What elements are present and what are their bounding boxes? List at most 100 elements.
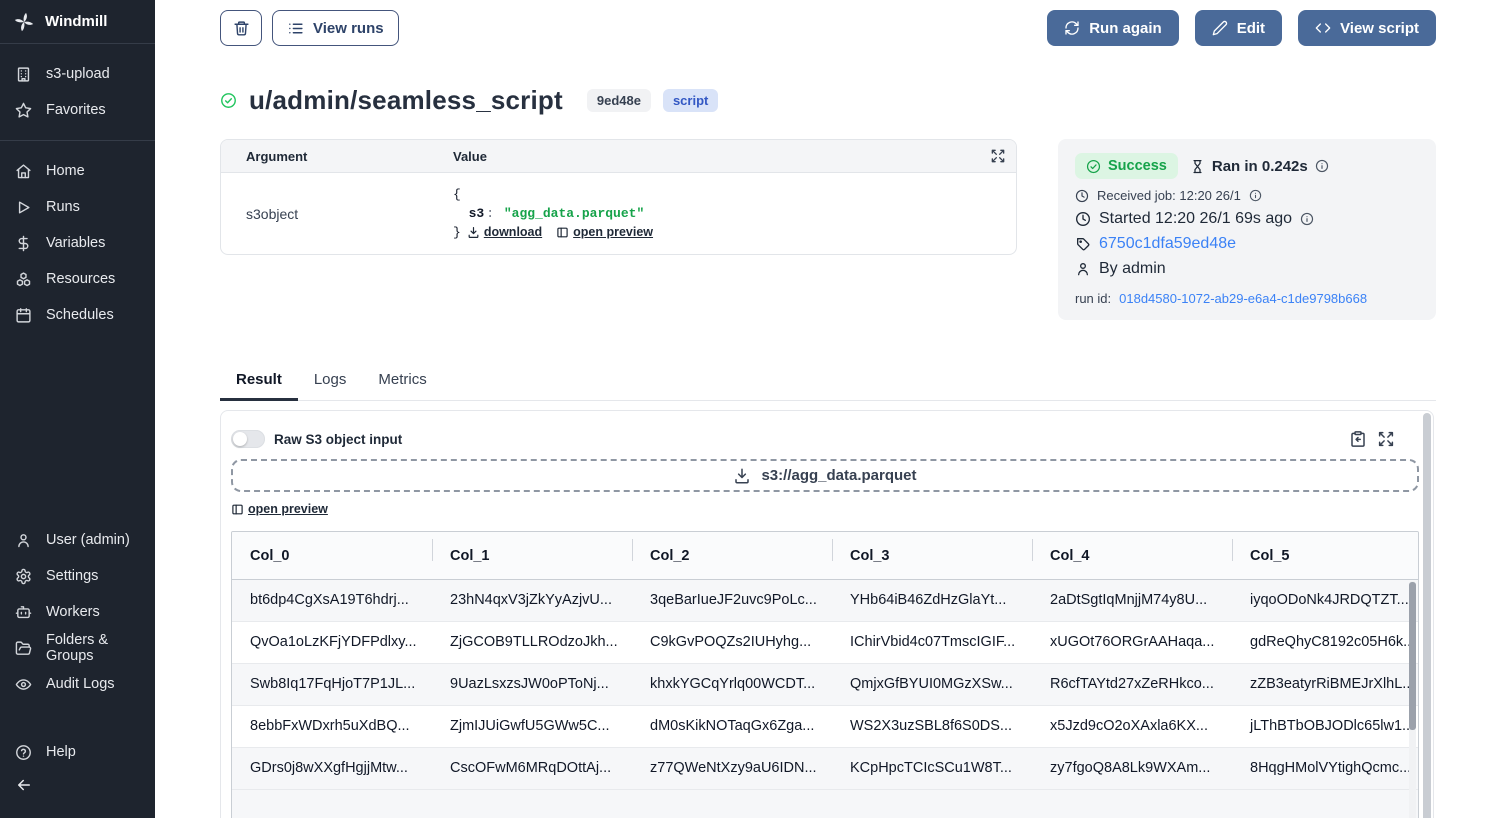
robot-icon: [15, 604, 32, 621]
sidebar-item-workers[interactable]: Workers: [0, 594, 155, 630]
tab-metrics[interactable]: Metrics: [362, 371, 442, 400]
sidebar-item-home[interactable]: Home: [0, 153, 155, 189]
script-type-badge: script: [663, 89, 718, 112]
json-string-value: "agg_data.parquet": [504, 206, 644, 221]
sidebar-item-label: Runs: [46, 199, 80, 215]
sidebar-item-schedules[interactable]: Schedules: [0, 297, 155, 333]
json-colon: :: [484, 206, 496, 221]
view-runs-button[interactable]: View runs: [272, 10, 399, 46]
sidebar-item-settings[interactable]: Settings: [0, 558, 155, 594]
table-scrollbar-thumb[interactable]: [1409, 582, 1416, 730]
view-script-button[interactable]: View script: [1298, 10, 1436, 46]
raw-s3-toggle[interactable]: Raw S3 object input: [231, 430, 402, 448]
sidebar-item-help[interactable]: Help: [0, 734, 155, 770]
argument-value-json: { s3: "agg_data.parquet" }downloadopen p…: [453, 185, 653, 242]
open-preview-link[interactable]: open preview: [556, 223, 653, 242]
sidebar-item-label: Audit Logs: [46, 676, 115, 692]
sidebar-item-resources[interactable]: Resources: [0, 261, 155, 297]
sidebar-item-favorites[interactable]: Favorites: [0, 92, 155, 128]
argument-row: s3object { s3: "agg_data.parquet" }downl…: [221, 173, 1016, 254]
sidebar-item-runs[interactable]: Runs: [0, 189, 155, 225]
calendar-icon: [15, 307, 32, 324]
app-logo[interactable]: Windmill: [0, 0, 155, 44]
json-key: s3: [469, 206, 485, 221]
dollar-icon: [15, 235, 32, 252]
user-icon: [1075, 261, 1091, 277]
table-cell: QvOa1oLzKFjYDFPdlxy...: [232, 622, 432, 663]
started-text: Started 12:20 26/1 69s ago: [1099, 210, 1292, 228]
run-status-panel: Success Ran in 0.242s Received job: 12:2…: [1058, 139, 1436, 320]
info-icon[interactable]: [1315, 159, 1329, 173]
expand-args-icon[interactable]: [990, 148, 1006, 164]
table-cell: jLThBTbOBJODlc65lw1...: [1232, 706, 1419, 747]
received-job-text: Received job: 12:20 26/1: [1097, 188, 1241, 203]
sidebar-item-variables[interactable]: Variables: [0, 225, 155, 261]
column-header[interactable]: Col_4: [1032, 548, 1232, 564]
column-header[interactable]: Col_1: [432, 548, 632, 564]
json-close-brace: }: [453, 225, 461, 240]
boxes-icon: [15, 271, 32, 288]
result-panel: Raw S3 object input s3://agg_data.parque…: [220, 410, 1434, 818]
tab-logs[interactable]: Logs: [298, 371, 363, 400]
table-cell: WS2X3uzSBL8f6S0DS...: [832, 706, 1032, 747]
column-header[interactable]: Col_0: [232, 548, 432, 564]
table-cell: 8ebbFxWDxrh5uXdBQ...: [232, 706, 432, 747]
copy-result-icon[interactable]: [1349, 430, 1367, 448]
table-scrollbar[interactable]: [1409, 581, 1416, 818]
s3-file-download-button[interactable]: s3://agg_data.parquet: [231, 459, 1419, 492]
table-cell: dM0sKikNOTaqGx6Zga...: [632, 706, 832, 747]
success-check-icon: [220, 92, 237, 109]
sidebar-item-workspace[interactable]: s3-upload: [0, 56, 155, 92]
sidebar-item-label: Workers: [46, 604, 100, 620]
refresh-icon: [1064, 20, 1080, 36]
worker-id-link[interactable]: 6750c1dfa59ed48e: [1099, 235, 1236, 253]
sidebar-item-audit-logs[interactable]: Audit Logs: [0, 666, 155, 702]
column-header[interactable]: Col_5: [1232, 548, 1419, 564]
toggle-switch[interactable]: [231, 430, 265, 448]
sidebar-item-folders-groups[interactable]: Folders & Groups: [0, 630, 155, 666]
download-icon: [467, 226, 480, 239]
table-cell: ZjGCOB9TLLROdzoJkh...: [432, 622, 632, 663]
check-circle-icon: [1086, 159, 1101, 174]
column-header[interactable]: Col_3: [832, 548, 1032, 564]
sidebar-item-label: Home: [46, 163, 85, 179]
argument-name: s3object: [233, 206, 453, 222]
delete-run-button[interactable]: [220, 10, 262, 46]
table-header-row: Col_0 Col_1 Col_2 Col_3 Col_4 Col_5: [232, 532, 1418, 580]
table-cell: 23hN4qxV3jZkYyAzjvU...: [432, 580, 632, 621]
result-panel-scrollbar[interactable]: [1423, 413, 1431, 818]
sidebar-collapse-button[interactable]: [0, 770, 155, 800]
open-preview-link[interactable]: open preview: [231, 502, 328, 516]
open-preview-icon: [556, 226, 569, 239]
column-header[interactable]: Col_2: [632, 548, 832, 564]
download-link[interactable]: download: [467, 223, 542, 242]
sidebar-item-label: User (admin): [46, 532, 130, 548]
table-cell: YHb64iB46ZdHzGlaYt...: [832, 580, 1032, 621]
tab-result[interactable]: Result: [220, 371, 298, 401]
table-cell: zZB3eatyrRiBMEJrXlhL...: [1232, 664, 1419, 705]
job-tag-icon: [1075, 236, 1091, 252]
folder-icon: [15, 640, 32, 657]
table-cell: zy7fgoQ8A8Lk9WXAm...: [1032, 748, 1232, 789]
table-cell: Swb8Iq17FqHjoT7P1JL...: [232, 664, 432, 705]
sidebar-item-user[interactable]: User (admin): [0, 522, 155, 558]
view-runs-label: View runs: [313, 20, 384, 37]
run-id-link[interactable]: 018d4580-1072-ab29-e6a4-c1de9798b668: [1119, 291, 1367, 306]
arguments-table: Argument Value s3object { s3: "agg_data.…: [220, 139, 1017, 255]
toggle-label: Raw S3 object input: [274, 432, 402, 447]
table-cell: QmjxGfBYUI0MGzXSw...: [832, 664, 1032, 705]
s3-file-path: s3://agg_data.parquet: [761, 467, 916, 484]
sidebar: Windmill s3-upload Favorites Home Runs V…: [0, 0, 155, 818]
run-id-label: run id:: [1075, 291, 1111, 306]
sidebar-item-label: Resources: [46, 271, 115, 287]
building-icon: [15, 66, 32, 83]
edit-button[interactable]: Edit: [1195, 10, 1282, 46]
value-column-header: Value: [453, 149, 487, 164]
run-again-button[interactable]: Run again: [1047, 10, 1179, 46]
expand-result-icon[interactable]: [1377, 430, 1395, 448]
table-cell: GDrs0j8wXXgfHgjjMtw...: [232, 748, 432, 789]
sidebar-item-label: Schedules: [46, 307, 114, 323]
star-icon: [15, 102, 32, 119]
info-icon[interactable]: [1300, 212, 1314, 226]
info-icon[interactable]: [1249, 189, 1262, 202]
